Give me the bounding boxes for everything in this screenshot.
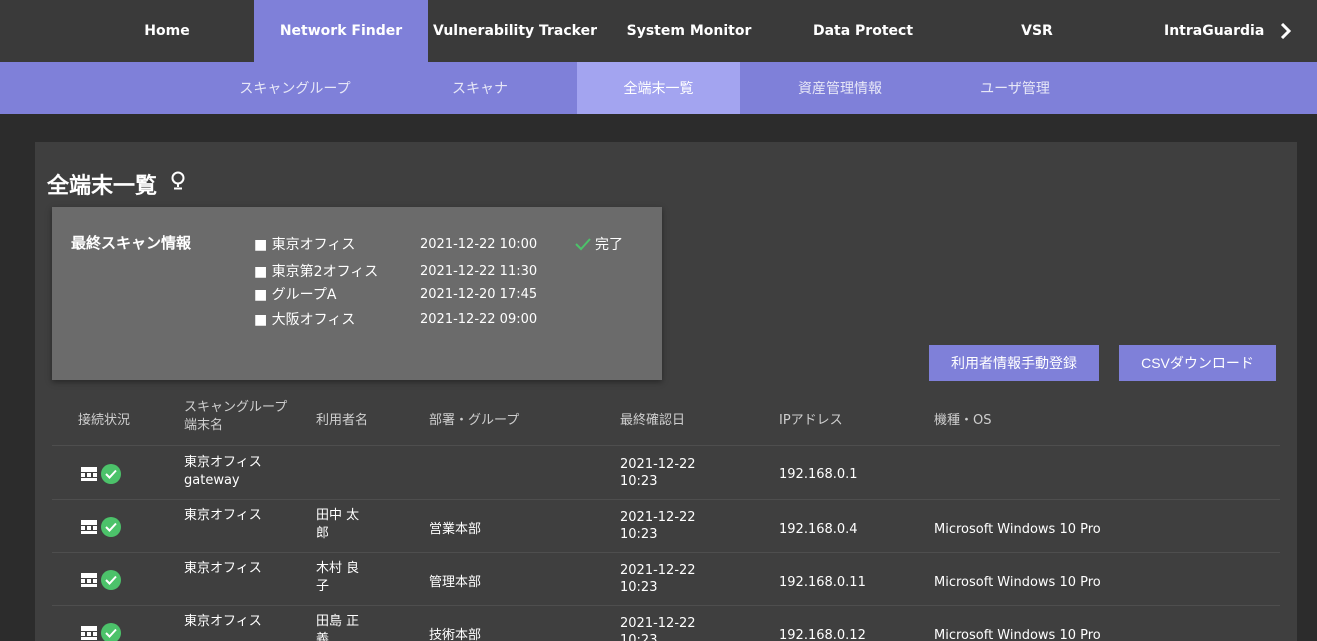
scan-date: 2021-12-22 09:00 bbox=[420, 311, 538, 327]
connection-status bbox=[80, 464, 121, 484]
cell-time: 10:23 bbox=[620, 633, 658, 641]
scan-row: ■ 大阪オフィス 2021-12-22 09:00 bbox=[254, 308, 575, 330]
table-row[interactable]: 東京オフィス 木村 良 子 管理本部 2021-12-22 10:23 192.… bbox=[52, 553, 1280, 606]
cell-user-cont: 郎 bbox=[316, 526, 330, 541]
cell-dept: 営業本部 bbox=[429, 522, 482, 537]
subnav-item-all-terminals[interactable]: 全端末一覧 bbox=[577, 62, 740, 114]
manual-register-button[interactable]: 利用者情報手動登録 bbox=[929, 345, 1099, 381]
scan-group-name: ■ 東京第2オフィス bbox=[254, 264, 379, 280]
table-row[interactable]: 東京オフィス 田島 正 義 技術本部 2021-12-22 10:23 192.… bbox=[52, 606, 1280, 641]
header-model-os[interactable]: 機種・OS bbox=[934, 409, 992, 428]
scan-date: 2021-12-22 10:00 bbox=[420, 236, 538, 252]
top-nav: Home Network Finder Vulnerability Tracke… bbox=[0, 0, 1317, 62]
cell-ip: 192.168.0.1 bbox=[779, 467, 858, 482]
scan-status-text: 完了 bbox=[595, 237, 623, 253]
check-circle-icon bbox=[101, 517, 121, 537]
last-scan-info: 最終スキャン情報 ■ 東京オフィス 2021-12-22 10:00 完了 ■ … bbox=[52, 207, 662, 380]
header-user[interactable]: 利用者名 bbox=[316, 409, 368, 428]
header-dept[interactable]: 部署・グループ bbox=[429, 409, 519, 428]
subnav-item-scanner[interactable]: スキャナ bbox=[420, 62, 540, 114]
cell-user: 田中 太 bbox=[316, 508, 360, 523]
table-row[interactable]: 東京オフィス 田中 太 郎 営業本部 2021-12-22 10:23 192.… bbox=[52, 500, 1280, 553]
connection-status bbox=[80, 570, 121, 590]
tab-data-protect[interactable]: Data Protect bbox=[776, 0, 950, 62]
connection-status bbox=[80, 517, 121, 537]
cell-time: 10:23 bbox=[620, 527, 658, 542]
cell-date: 2021-12-22 bbox=[620, 563, 696, 578]
cell-os: Microsoft Windows 10 Pro bbox=[934, 628, 1101, 641]
cell-user: 田島 正 bbox=[316, 614, 360, 629]
chevron-right-icon[interactable] bbox=[1275, 20, 1297, 42]
check-circle-icon bbox=[101, 464, 121, 484]
scan-date: 2021-12-20 17:45 bbox=[420, 286, 538, 302]
lightbulb-icon[interactable] bbox=[171, 171, 185, 197]
page-title: 全端末一覧 bbox=[47, 174, 158, 199]
scan-row: ■ グループA 2021-12-20 17:45 bbox=[254, 283, 575, 305]
subnav-item-asset-info[interactable]: 資産管理情報 bbox=[770, 62, 910, 114]
check-circle-icon bbox=[101, 623, 121, 641]
cell-terminal: gateway bbox=[184, 473, 240, 488]
cell-user-cont: 義 bbox=[316, 632, 330, 641]
tab-vsr[interactable]: VSR bbox=[950, 0, 1124, 62]
cell-date: 2021-12-22 bbox=[620, 616, 696, 631]
tab-vulnerability-tracker[interactable]: Vulnerability Tracker bbox=[428, 0, 602, 62]
scan-status: 完了 bbox=[575, 234, 623, 254]
csv-download-button[interactable]: CSVダウンロード bbox=[1119, 345, 1276, 381]
header-terminal[interactable]: 端末名 bbox=[184, 414, 223, 433]
cell-group: 東京オフィス bbox=[184, 455, 262, 470]
cell-date: 2021-12-22 bbox=[620, 510, 696, 525]
network-icon bbox=[81, 520, 97, 534]
sub-nav: スキャングループ スキャナ 全端末一覧 資産管理情報 ユーザ管理 bbox=[0, 62, 1317, 114]
cell-group: 東京オフィス bbox=[184, 614, 262, 629]
network-icon bbox=[81, 467, 97, 481]
check-circle-icon bbox=[101, 570, 121, 590]
scan-group-name: ■ グループA bbox=[254, 287, 337, 303]
cell-os: Microsoft Windows 10 Pro bbox=[934, 575, 1101, 590]
cell-ip: 192.168.0.12 bbox=[779, 628, 866, 641]
connection-status bbox=[80, 623, 121, 641]
cell-ip: 192.168.0.11 bbox=[779, 575, 866, 590]
network-icon bbox=[81, 626, 97, 640]
cell-ip: 192.168.0.4 bbox=[779, 522, 858, 537]
scan-group-name: ■ 大阪オフィス bbox=[254, 312, 356, 328]
cell-dept: 技術本部 bbox=[429, 628, 482, 641]
cell-group: 東京オフィス bbox=[184, 508, 262, 523]
cell-dept: 管理本部 bbox=[429, 575, 482, 590]
page-title-row: 全端末一覧 bbox=[47, 168, 185, 200]
checkmark-icon bbox=[575, 238, 591, 251]
header-ip[interactable]: IPアドレス bbox=[779, 409, 843, 428]
scan-group-name: ■ 東京オフィス bbox=[254, 237, 356, 253]
tab-home[interactable]: Home bbox=[80, 0, 254, 62]
cell-time: 10:23 bbox=[620, 580, 658, 595]
scan-row: ■ 東京オフィス 2021-12-22 10:00 完了 bbox=[254, 233, 623, 255]
scan-row: ■ 東京第2オフィス 2021-12-22 11:30 bbox=[254, 260, 575, 282]
header-last-seen[interactable]: 最終確認日 bbox=[620, 409, 685, 428]
subnav-item-scan-group[interactable]: スキャングループ bbox=[220, 62, 370, 114]
cell-os: Microsoft Windows 10 Pro bbox=[934, 522, 1101, 537]
cell-date: 2021-12-22 bbox=[620, 457, 696, 472]
cell-user-cont: 子 bbox=[316, 579, 330, 594]
scan-date: 2021-12-22 11:30 bbox=[420, 263, 538, 279]
last-scan-label: 最終スキャン情報 bbox=[71, 234, 192, 252]
header-status[interactable]: 接続状況 bbox=[78, 409, 130, 428]
cell-group: 東京オフィス bbox=[184, 561, 262, 576]
table-header: 接続状況 スキャングループ 端末名 利用者名 部署・グループ 最終確認日 IPア… bbox=[52, 390, 1280, 446]
tab-network-finder[interactable]: Network Finder bbox=[254, 0, 428, 62]
table-row[interactable]: 東京オフィス gateway 2021-12-22 10:23 192.168.… bbox=[52, 447, 1280, 500]
header-group[interactable]: スキャングループ bbox=[184, 396, 287, 415]
subnav-item-user-management[interactable]: ユーザ管理 bbox=[950, 62, 1080, 114]
network-icon bbox=[81, 573, 97, 587]
tab-intraguardia[interactable]: IntraGuardia bbox=[1124, 0, 1274, 62]
cell-time: 10:23 bbox=[620, 474, 658, 489]
cell-user: 木村 良 bbox=[316, 561, 360, 576]
tab-system-monitor[interactable]: System Monitor bbox=[602, 0, 776, 62]
